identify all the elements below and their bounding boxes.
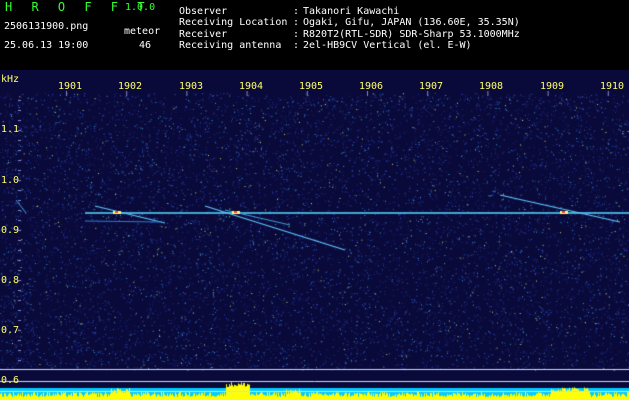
meteor-label: meteor [124, 26, 161, 37]
y-tick-label: 0.6 [1, 375, 20, 386]
x-tick-label: 1905 [299, 81, 324, 92]
x-tick-label: 1907 [419, 81, 444, 92]
y-tick-label: 1.1 [1, 124, 20, 135]
x-tick-label: 1902 [118, 81, 143, 92]
y-tick-label: 0.7 [1, 325, 20, 336]
y-tick-label: 0.9 [1, 225, 20, 236]
frequency-unit-label: kHz [1, 74, 20, 85]
x-tick-label: 1901 [58, 81, 83, 92]
datetime: 25.06.13 19:00 [4, 40, 89, 51]
y-tick-label: 1.0 [1, 175, 20, 186]
antenna-label: Receiving antenna [179, 40, 282, 51]
x-tick-label: 1908 [479, 81, 504, 92]
x-tick-label: 1903 [179, 81, 204, 92]
filename: 2506131900.png [4, 21, 89, 32]
header-panel: H R O F F T 1.0.0 2506131900.png 25.06.1… [0, 0, 629, 70]
antenna-value: 2el-HB9CV Vertical (el. E-W) [303, 40, 472, 51]
location-separator: : [293, 17, 300, 28]
x-tick-label: 1910 [600, 81, 625, 92]
location-value: Ogaki, Gifu, JAPAN (136.60E, 35.35N) [303, 17, 520, 28]
y-tick-label: 0.8 [1, 275, 20, 286]
x-tick-label: 1904 [239, 81, 264, 92]
x-tick-label: 1906 [359, 81, 384, 92]
antenna-separator: : [293, 40, 300, 51]
x-tick-label: 1909 [540, 81, 565, 92]
location-label: Receiving Location [179, 17, 288, 28]
spectrogram-canvas [0, 70, 629, 400]
meteor-count: 46 [139, 40, 152, 51]
app-version: 1.0.0 [125, 2, 156, 13]
